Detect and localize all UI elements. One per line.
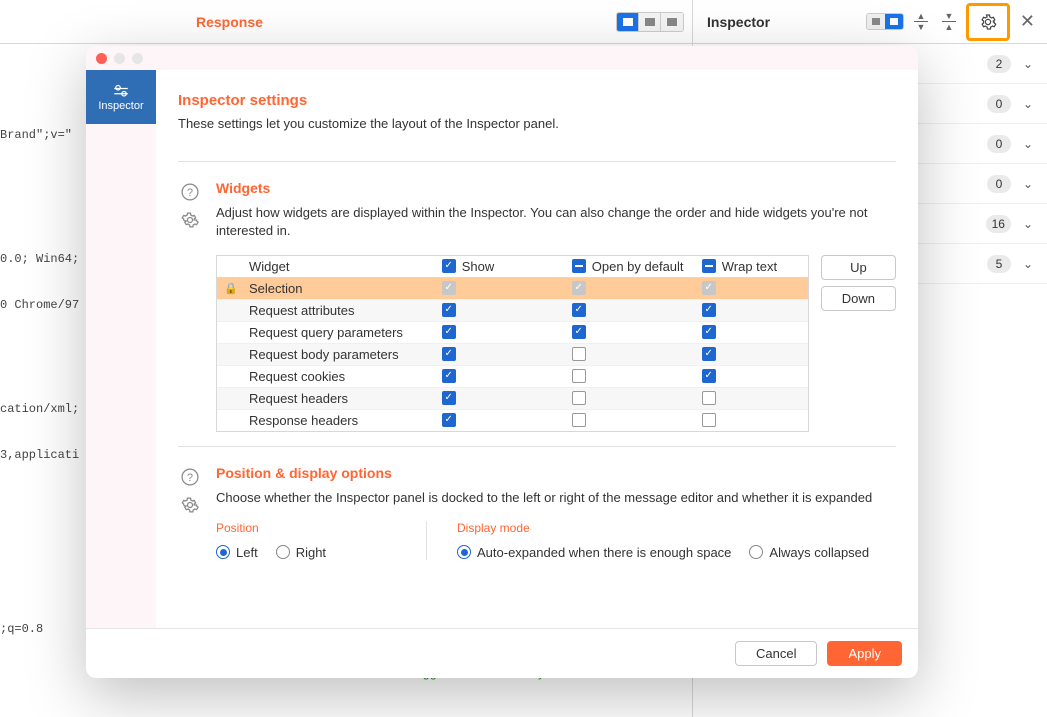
show-check[interactable] (442, 347, 456, 361)
up-button[interactable]: Up (821, 255, 896, 280)
chevron-down-icon: ⌄ (1023, 177, 1033, 191)
position-heading: Position & display options (216, 465, 896, 481)
inspector-settings-button[interactable] (966, 3, 1010, 41)
wrap-check[interactable] (702, 391, 716, 405)
collapse-icon[interactable]: ▼▲ (938, 11, 960, 33)
col-wrap-check[interactable] (702, 259, 716, 273)
count-badge: 5 (987, 255, 1011, 273)
show-check[interactable] (442, 281, 456, 295)
col-open-check[interactable] (572, 259, 586, 273)
settings-desc: These settings let you customize the lay… (178, 115, 896, 133)
wrap-check[interactable] (702, 325, 716, 339)
count-badge: 16 (986, 215, 1011, 233)
inspector-title: Inspector (707, 14, 860, 30)
expand-icon[interactable]: ▲▼ (910, 11, 932, 33)
show-check[interactable] (442, 391, 456, 405)
table-row[interactable]: Request body parameters (217, 344, 808, 366)
open-check[interactable] (572, 413, 586, 427)
window-titlebar (86, 46, 918, 70)
open-check[interactable] (572, 369, 586, 383)
traffic-max-icon (132, 53, 143, 64)
show-check[interactable] (442, 369, 456, 383)
table-row[interactable]: Request headers (217, 388, 808, 410)
sidebar-tab-inspector[interactable]: Inspector (86, 70, 156, 124)
widgets-table: Widget Show Open by default Wrap text 🔒 … (216, 255, 809, 432)
wrap-check[interactable] (702, 413, 716, 427)
chevron-down-icon: ⌄ (1023, 97, 1033, 111)
table-row[interactable]: 🔒 Selection (217, 278, 808, 300)
radio-left[interactable]: Left (216, 545, 258, 560)
chevron-down-icon: ⌄ (1023, 137, 1033, 151)
gear-icon (979, 13, 997, 31)
radio-right[interactable]: Right (276, 545, 326, 560)
close-icon[interactable]: ✕ (1016, 11, 1039, 32)
settings-title: Inspector settings (178, 92, 896, 109)
show-check[interactable] (442, 325, 456, 339)
count-badge: 0 (987, 135, 1011, 153)
position-label: Position (216, 521, 386, 535)
radio-always[interactable]: Always collapsed (749, 545, 869, 560)
response-title: Response (196, 14, 263, 30)
help-icon[interactable]: ? (180, 467, 200, 487)
open-check[interactable] (572, 347, 586, 361)
widget-name: Request headers (245, 388, 438, 409)
open-check[interactable] (572, 281, 586, 295)
inspector-settings-dialog: Inspector Inspector settings These setti… (86, 46, 918, 678)
svg-text:?: ? (187, 187, 193, 199)
traffic-close-icon[interactable] (96, 53, 107, 64)
widgets-desc: Adjust how widgets are displayed within … (216, 204, 896, 240)
widgets-heading: Widgets (216, 180, 896, 196)
open-check[interactable] (572, 391, 586, 405)
gear-icon[interactable] (180, 210, 200, 230)
chevron-down-icon: ⌄ (1023, 217, 1033, 231)
apply-button[interactable]: Apply (827, 641, 902, 666)
response-view-toggle[interactable] (616, 12, 684, 32)
traffic-min-icon (114, 53, 125, 64)
open-check[interactable] (572, 325, 586, 339)
widget-name: Request attributes (245, 300, 438, 321)
widget-name: Selection (245, 278, 438, 299)
wrap-check[interactable] (702, 281, 716, 295)
widget-name: Request query parameters (245, 322, 438, 343)
table-row[interactable]: Request attributes (217, 300, 808, 322)
table-row[interactable]: Request cookies (217, 366, 808, 388)
wrap-check[interactable] (702, 303, 716, 317)
count-badge: 0 (987, 175, 1011, 193)
show-check[interactable] (442, 303, 456, 317)
table-row[interactable]: Response headers (217, 410, 808, 431)
radio-auto[interactable]: Auto-expanded when there is enough space (457, 545, 731, 560)
display-mode-label: Display mode (457, 521, 869, 535)
svg-text:?: ? (187, 472, 193, 484)
count-badge: 0 (987, 95, 1011, 113)
gear-icon[interactable] (180, 495, 200, 515)
help-icon[interactable]: ? (180, 182, 200, 202)
widget-name: Request body parameters (245, 344, 438, 365)
col-show-check[interactable] (442, 259, 456, 273)
chevron-down-icon: ⌄ (1023, 57, 1033, 71)
widget-name: Response headers (245, 410, 438, 431)
wrap-check[interactable] (702, 347, 716, 361)
down-button[interactable]: Down (821, 286, 896, 311)
cancel-button[interactable]: Cancel (735, 641, 817, 666)
count-badge: 2 (987, 55, 1011, 73)
show-check[interactable] (442, 413, 456, 427)
widget-name: Request cookies (245, 366, 438, 387)
inspector-icon (112, 83, 130, 97)
open-check[interactable] (572, 303, 586, 317)
col-widget: Widget (245, 256, 438, 277)
table-row[interactable]: Request query parameters (217, 322, 808, 344)
inspector-dock-toggle[interactable] (866, 13, 904, 30)
position-desc: Choose whether the Inspector panel is do… (216, 489, 896, 507)
wrap-check[interactable] (702, 369, 716, 383)
chevron-down-icon: ⌄ (1023, 257, 1033, 271)
